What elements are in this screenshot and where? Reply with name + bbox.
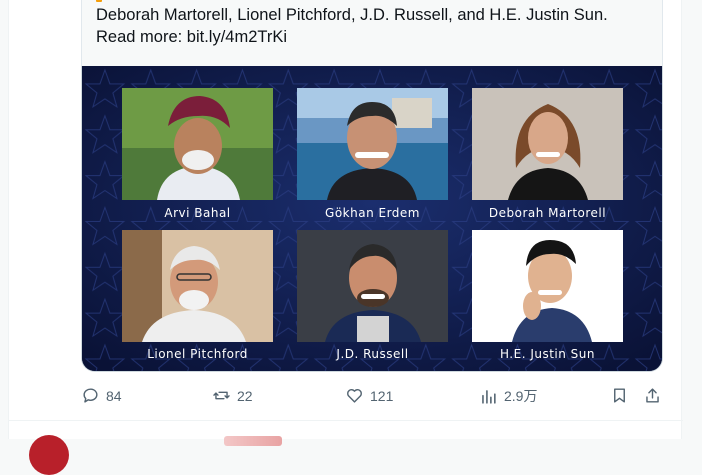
like-button[interactable]: 121 bbox=[345, 386, 393, 405]
speaker-card: H.E. Justin Sun bbox=[472, 230, 623, 361]
bookmark-button[interactable] bbox=[610, 386, 629, 405]
speaker-photo-lionel bbox=[122, 230, 273, 342]
speaker-name: Arvi Bahal bbox=[164, 206, 231, 220]
post-text-area: Deborah Martorell, Lionel Pitchford, J.D… bbox=[81, 0, 663, 66]
reply-icon bbox=[83, 388, 98, 403]
tweet-feed: Deborah Martorell, Lionel Pitchford, J.D… bbox=[8, 0, 683, 475]
repost-button[interactable]: 22 bbox=[212, 386, 253, 405]
repost-icon bbox=[213, 391, 230, 400]
repost-count: 22 bbox=[237, 387, 253, 404]
speaker-name: J.D. Russell bbox=[336, 347, 409, 361]
speaker-card: J.D. Russell bbox=[297, 230, 448, 361]
speaker-card: Gökhan Erdem bbox=[297, 88, 448, 220]
speaker-photo-justin bbox=[472, 230, 623, 342]
next-tweet-peek bbox=[9, 421, 683, 475]
bookmark-icon bbox=[614, 388, 625, 403]
speaker-name: Lionel Pitchford bbox=[147, 347, 248, 361]
speaker-name: H.E. Justin Sun bbox=[499, 347, 596, 361]
speaker-name: Gökhan Erdem bbox=[325, 206, 420, 220]
bar-chart-icon bbox=[482, 389, 496, 404]
heart-icon bbox=[347, 389, 362, 403]
post-image[interactable]: Arvi Bahal Gökhan Erdem Deborah Martorel… bbox=[81, 66, 663, 372]
speaker-card: Deborah Martorell bbox=[472, 88, 623, 220]
like-count: 121 bbox=[370, 387, 394, 404]
post-link-line[interactable]: Read more: bit.ly/4m2TrKi bbox=[96, 26, 656, 48]
reply-button[interactable]: 84 bbox=[81, 386, 122, 405]
speaker-photo-jd bbox=[297, 230, 448, 342]
view-count: 2.9万 bbox=[504, 388, 538, 404]
speaker-card: Lionel Pitchford bbox=[122, 230, 273, 361]
speaker-name: Deborah Martorell bbox=[488, 206, 607, 220]
post-text-line: Deborah Martorell, Lionel Pitchford, J.D… bbox=[96, 6, 608, 24]
emoji-fragment bbox=[96, 0, 102, 2]
views-button[interactable]: 2.9万 bbox=[479, 386, 537, 406]
next-tweet-content-peek bbox=[224, 436, 282, 446]
speaker-card: Arvi Bahal bbox=[122, 88, 273, 220]
avatar[interactable] bbox=[29, 435, 69, 475]
tweet-action-bar: 84 22 121 2.9万 bbox=[9, 382, 683, 410]
speaker-photo-gokhan bbox=[297, 88, 448, 200]
share-button[interactable] bbox=[643, 386, 662, 405]
reply-count: 84 bbox=[106, 387, 122, 404]
speaker-photo-arvi bbox=[122, 88, 273, 200]
share-icon bbox=[646, 388, 659, 403]
speaker-photo-deborah bbox=[472, 88, 623, 200]
post-text: Deborah Martorell, Lionel Pitchford, J.D… bbox=[96, 4, 656, 48]
